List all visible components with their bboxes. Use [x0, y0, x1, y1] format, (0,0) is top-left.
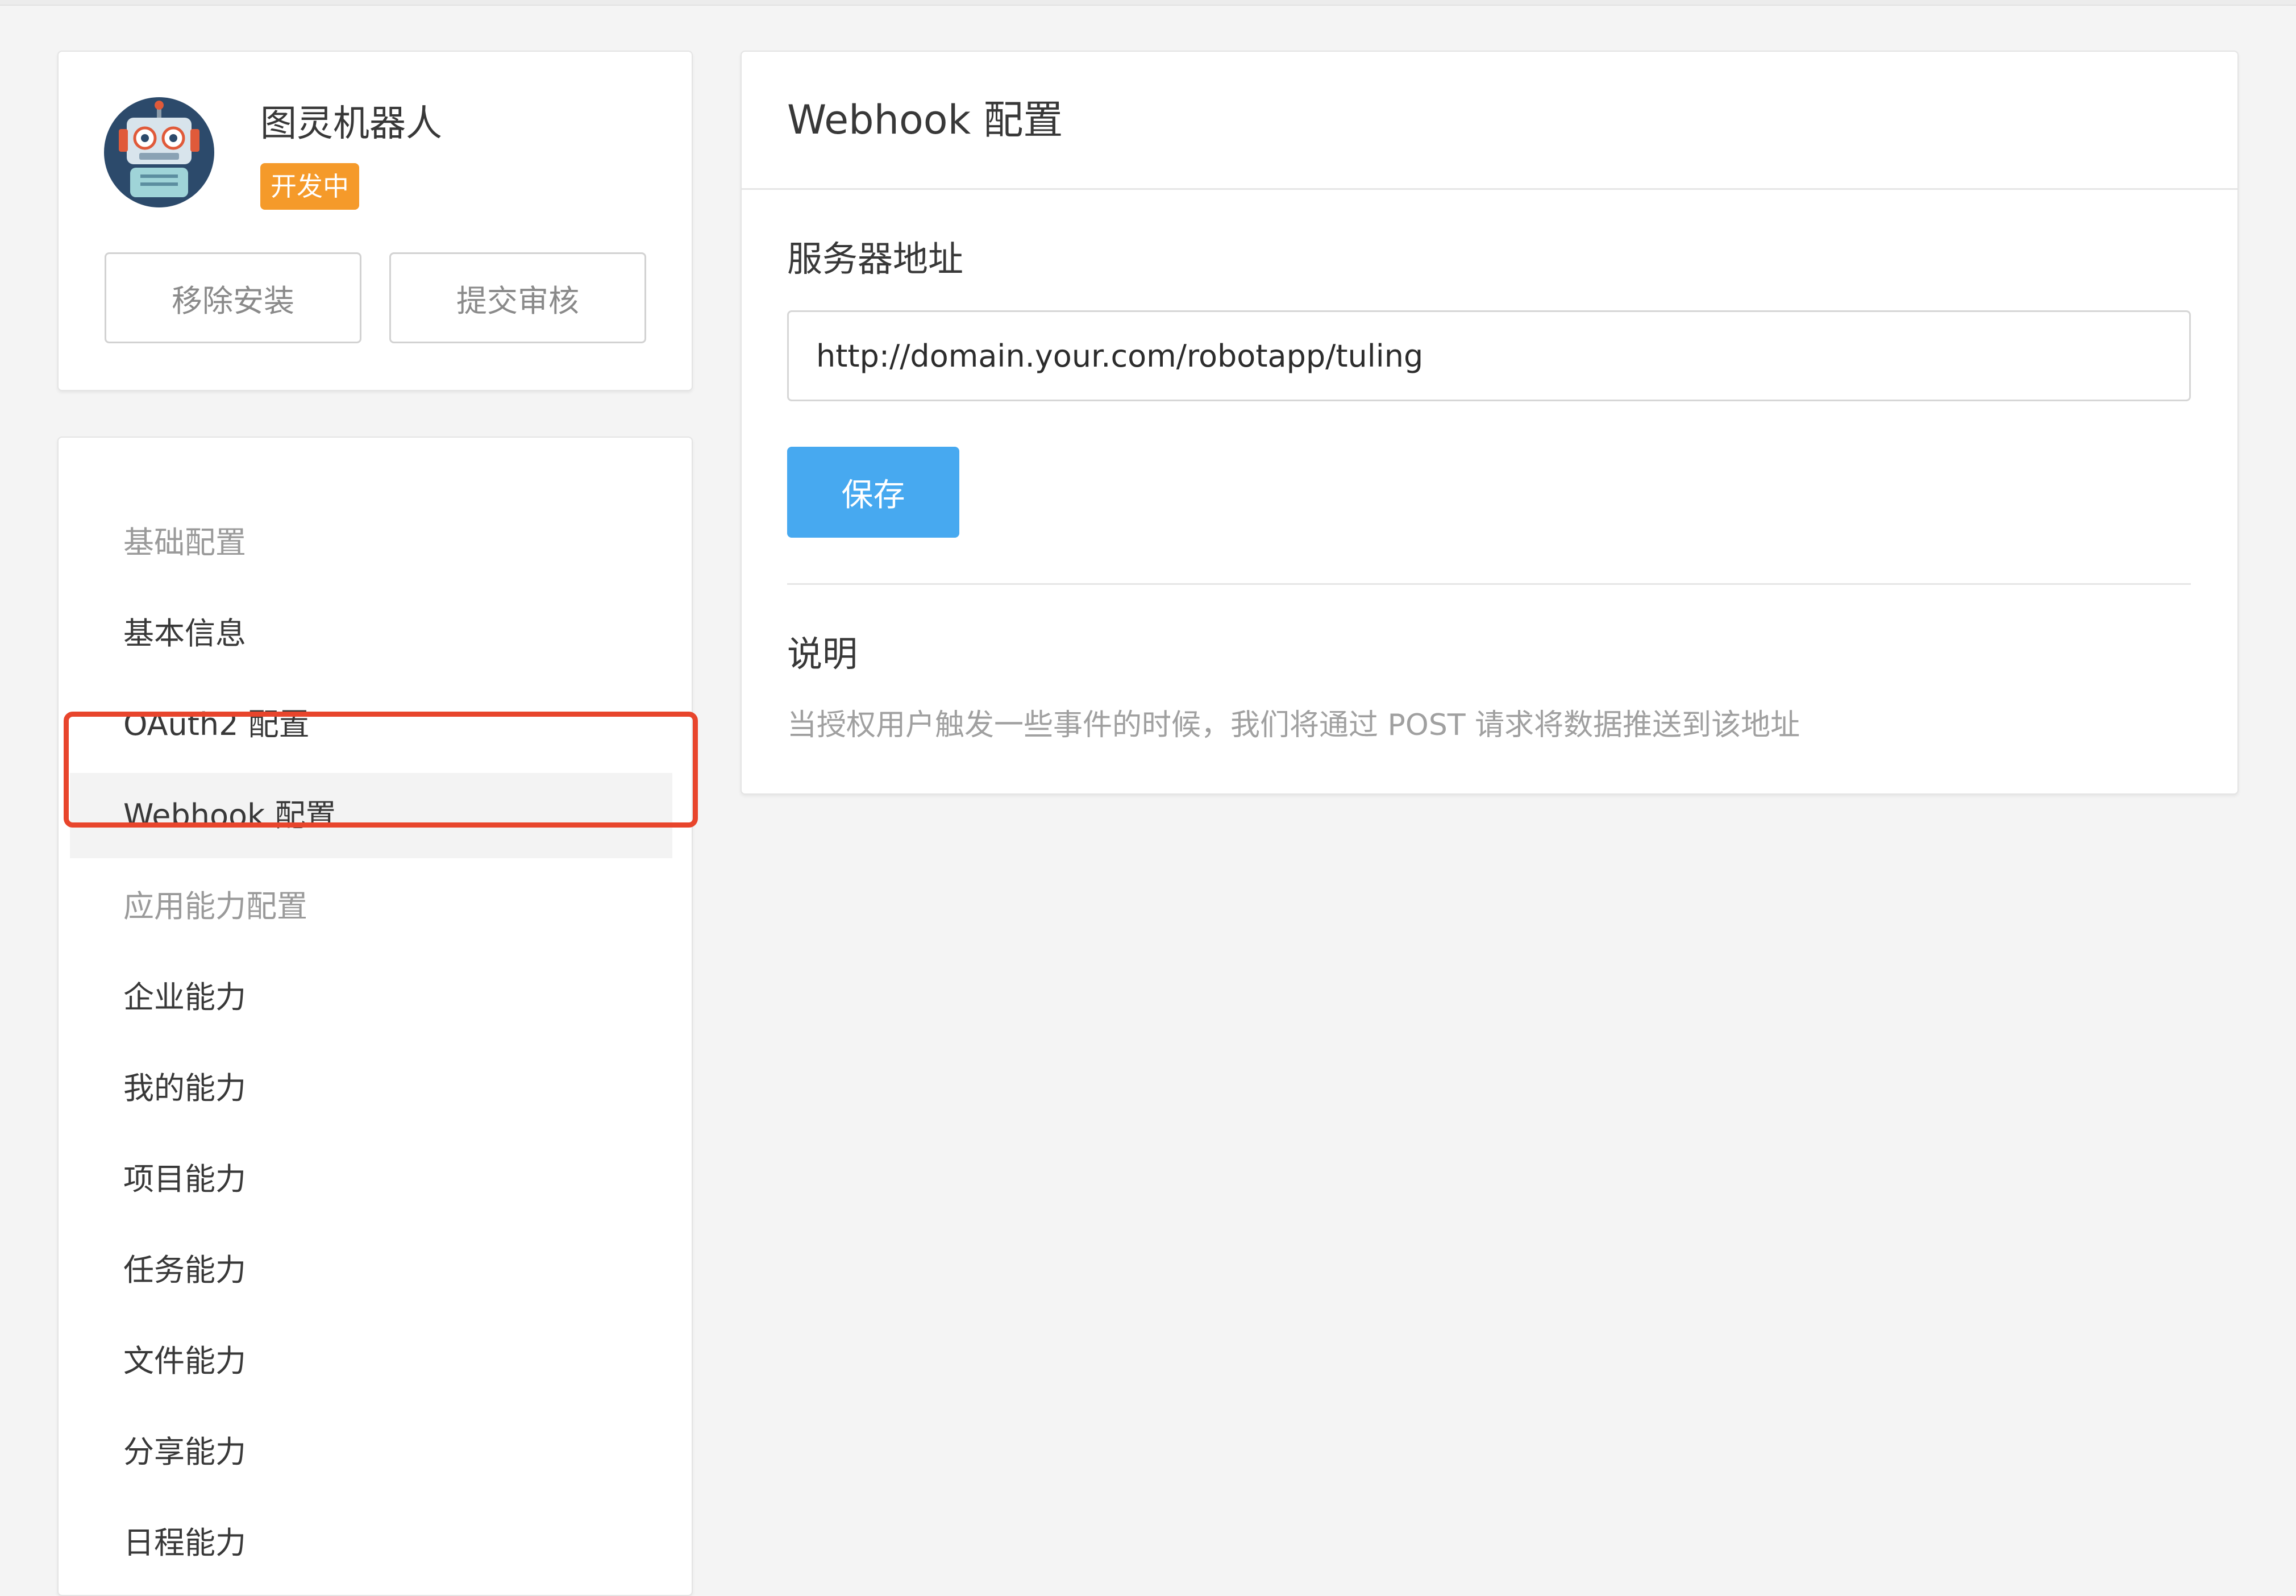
note-title: 说明 — [787, 633, 858, 675]
sidebar-section-basic: 基础配置 — [123, 525, 246, 560]
divider — [787, 583, 2191, 585]
page-title: Webhook 配置 — [787, 97, 1063, 143]
sidebar-item-basic-info[interactable]: 基本信息 — [59, 591, 672, 676]
sidebar-item-enterprise[interactable]: 企业能力 — [59, 955, 672, 1040]
sidebar-item-mine[interactable]: 我的能力 — [59, 1046, 672, 1131]
sidebar-item-webhook[interactable]: Webhook 配置 — [70, 773, 672, 858]
app-info-card: 图灵机器人 开发中 移除安装 提交审核 — [57, 51, 693, 391]
robot-avatar-icon — [104, 97, 214, 207]
sidebar-nav: 基础配置 基本信息 OAuth2 配置 Webhook 配置 应用能力配置 企业… — [57, 437, 693, 1596]
app-name: 图灵机器人 — [260, 103, 442, 145]
top-border — [0, 0, 2296, 6]
sidebar-section-capabilities: 应用能力配置 — [123, 888, 307, 924]
panel-header: Webhook 配置 — [742, 52, 2237, 190]
remove-install-button[interactable]: 移除安装 — [105, 252, 361, 343]
status-badge: 开发中 — [260, 163, 359, 210]
server-url-label: 服务器地址 — [787, 238, 964, 280]
sidebar-item-task[interactable]: 任务能力 — [59, 1228, 672, 1313]
sidebar-item-schedule[interactable]: 日程能力 — [59, 1501, 672, 1586]
submit-review-button[interactable]: 提交审核 — [389, 252, 646, 343]
sidebar-item-oauth2[interactable]: OAuth2 配置 — [59, 682, 672, 767]
server-url-input[interactable] — [787, 310, 2191, 401]
webhook-panel: Webhook 配置 服务器地址 保存 说明 当授权用户触发一些事件的时候，我们… — [741, 51, 2239, 795]
note-text: 当授权用户触发一些事件的时候，我们将通过 POST 请求将数据推送到该地址 — [787, 708, 1800, 742]
sidebar-item-project[interactable]: 项目能力 — [59, 1137, 672, 1222]
sidebar-item-file[interactable]: 文件能力 — [59, 1319, 672, 1404]
save-button[interactable]: 保存 — [787, 447, 959, 538]
sidebar-item-share[interactable]: 分享能力 — [59, 1410, 672, 1495]
